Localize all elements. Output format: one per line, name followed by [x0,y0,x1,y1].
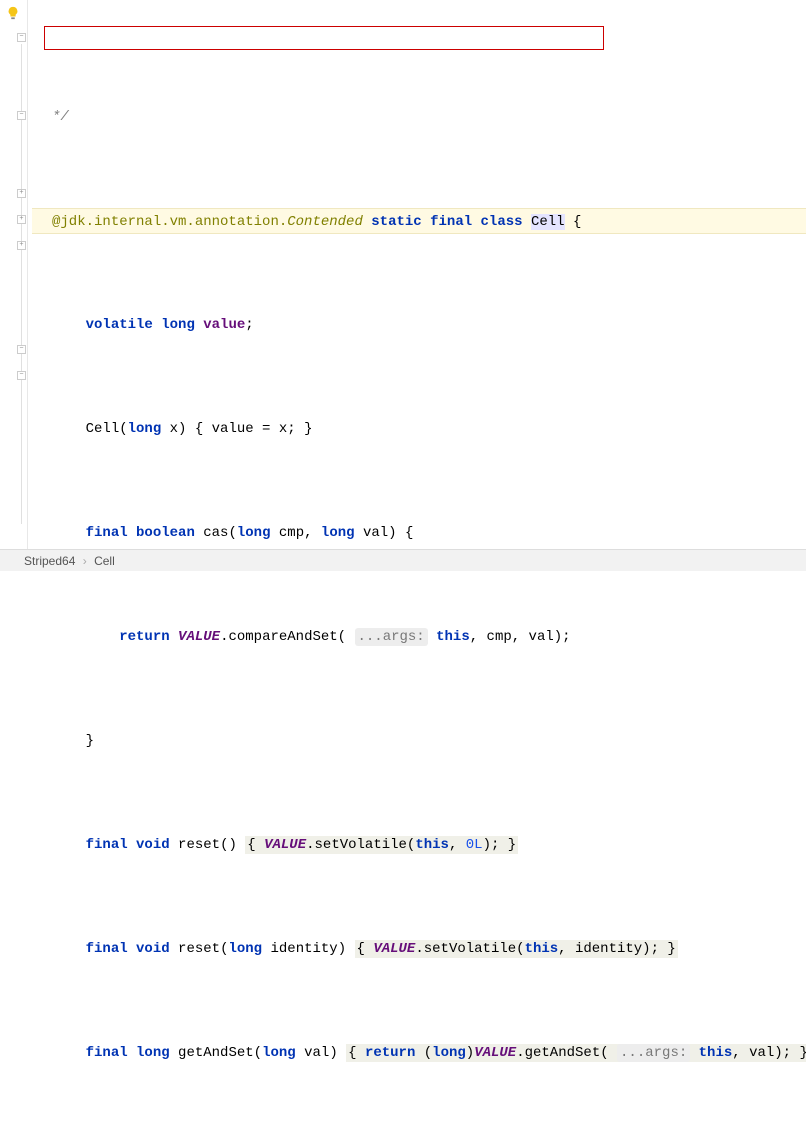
param-hint: ...args: [617,1044,690,1062]
fold-toggle[interactable]: − [17,33,26,42]
chevron-right-icon: › [83,554,87,568]
fold-toggle[interactable]: − [17,111,26,120]
fold-toggle[interactable]: − [17,345,26,354]
fold-toggle[interactable]: + [17,241,26,250]
fold-toggle[interactable]: + [17,189,26,198]
param-hint: ...args: [355,628,428,646]
code-editor[interactable]: − − + + + − − */ @jdk.internal.vm.annota… [0,0,806,549]
fold-toggle[interactable]: + [17,215,26,224]
class-name-cell: Cell [531,214,565,230]
breadcrumb: Striped64 › Cell [0,549,806,571]
breadcrumb-item[interactable]: Cell [94,554,115,568]
bulb-icon[interactable] [6,6,20,20]
gutter: − − + + + − − [0,0,28,549]
highlighted-line: @jdk.internal.vm.annotation.Contended st… [32,208,806,234]
breadcrumb-item[interactable]: Striped64 [24,554,75,568]
code-text-area[interactable]: */ @jdk.internal.vm.annotation.Contended… [28,0,806,549]
highlight-red-box [44,26,604,50]
comment-text: */ [52,109,69,125]
fold-toggle[interactable]: − [17,371,26,380]
